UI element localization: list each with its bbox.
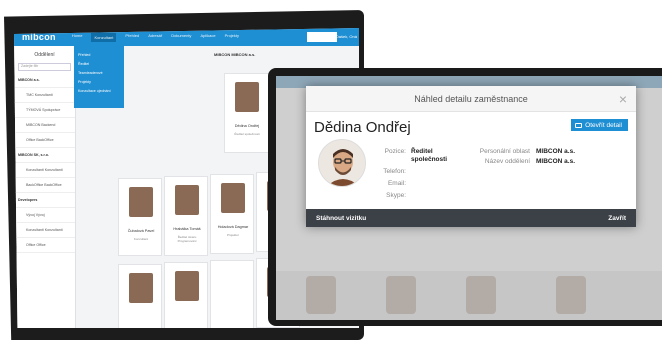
open-detail-label: Otevřít detail: [585, 121, 622, 129]
employee-card[interactable]: [118, 264, 162, 328]
employee-card[interactable]: [164, 262, 208, 328]
close-button[interactable]: Zavřít: [608, 215, 626, 222]
background-photo: [466, 276, 496, 314]
background-photo: [306, 276, 336, 314]
sidebar-item[interactable]: TMC Konzultanti: [14, 88, 75, 103]
sidebar: Oddělení Zadejte filtr MIBCON a.s. TMC Ko…: [14, 46, 76, 328]
employee-role: Projektor: [226, 233, 239, 237]
employee-photo: [175, 185, 199, 215]
sidebar-group[interactable]: MIBCON SK, s.r.o.: [14, 148, 75, 163]
personal-area-label: Personální oblast: [479, 148, 530, 155]
main-nav: Home Konzultant Přehled Adresář Dokument…: [72, 32, 239, 42]
sidebar-group[interactable]: Developers: [14, 193, 75, 208]
nav-projekty[interactable]: Projekty: [225, 33, 239, 42]
nav-konzultant[interactable]: Konzultant: [91, 32, 117, 42]
dropdown-item[interactable]: Ředitel: [78, 62, 120, 66]
employee-photo: [129, 187, 153, 217]
modal-footer: Stáhnout vizitku Zavřít: [306, 209, 636, 227]
sidebar-item[interactable]: Konzultanti Konzultanti: [14, 163, 75, 178]
employee-detail-modal: Náhled detailu zaměstnance × Dědina Ondř…: [306, 86, 636, 227]
nav-home[interactable]: Home: [72, 33, 83, 42]
department-label: Název oddělení: [484, 158, 530, 165]
nav-dropdown-menu: Přehled Ředitel Teamleaderové Projekty K…: [74, 46, 124, 108]
employee-role: Ředitel útvaru Programování: [177, 235, 197, 243]
personal-area-value: MIBCON a.s.: [536, 148, 576, 155]
nav-prehled[interactable]: Přehled: [125, 33, 139, 42]
employee-card[interactable]: Čubalová Pavel Konzultant: [118, 178, 162, 256]
background-photo: [556, 276, 586, 314]
sidebar-item[interactable]: MIBCON Backend: [14, 118, 75, 133]
employee-role: Ředitel společnosti: [234, 132, 260, 136]
employee-name: Hrabálka Tomáš: [173, 227, 201, 231]
dropdown-item[interactable]: Projekty: [78, 80, 120, 84]
employee-photo: [129, 273, 153, 303]
nav-dokumenty[interactable]: Dokumenty: [171, 33, 191, 42]
id-card-icon: [575, 122, 583, 128]
employee-role: Konzultant: [133, 237, 149, 241]
employee-card[interactable]: [210, 260, 254, 328]
position-label: Pozice:: [384, 148, 406, 155]
company-title: MIBCON MIBCON a.s.: [214, 52, 256, 57]
phone-label: Telefon:: [383, 168, 406, 175]
employee-name-heading: Dědina Ondřej: [314, 119, 411, 136]
download-card-button[interactable]: Stáhnout vizitku: [316, 215, 366, 222]
open-detail-button[interactable]: Otevřít detail: [571, 119, 628, 131]
nav-aplikace[interactable]: Aplikace: [200, 33, 215, 42]
employee-photo: [235, 82, 259, 112]
employee-card[interactable]: Dědina Ondřej Ředitel společnosti: [224, 73, 270, 153]
sidebar-item[interactable]: Vývoj Vývoj: [14, 208, 75, 223]
employee-photo: [221, 183, 245, 213]
sidebar-item[interactable]: TÝMOVÁ Spolupráce: [14, 103, 75, 118]
sidebar-item[interactable]: Office Office: [14, 238, 75, 253]
sidebar-item[interactable]: Office BackOffice: [14, 133, 75, 148]
sidebar-title: Oddělení: [34, 52, 55, 58]
search-input[interactable]: [307, 32, 337, 42]
close-icon[interactable]: ×: [616, 90, 630, 108]
position-value: Ředitel společnosti: [411, 148, 448, 163]
background-photo: [386, 276, 416, 314]
sidebar-filter-input[interactable]: Zadejte filtr: [18, 63, 71, 71]
employee-name: Čubalová Pavel: [127, 229, 155, 233]
sidebar-item[interactable]: Konzultanti Konzultanti: [14, 223, 75, 238]
dropdown-item[interactable]: Teamleaderové: [78, 71, 120, 75]
employee-photo: [175, 271, 199, 301]
nav-adresar[interactable]: Adresář: [148, 33, 162, 42]
dropdown-item[interactable]: Konzultace ujednání: [78, 89, 120, 93]
dropdown-item[interactable]: Přehled: [78, 53, 120, 57]
department-value: MIBCON a.s.: [536, 158, 576, 165]
user-label[interactable]: Dašek, Oná: [336, 34, 357, 39]
employee-name: Dědina Ondřej: [234, 124, 260, 128]
sidebar-group[interactable]: MIBCON a.s.: [14, 73, 75, 88]
employee-name: Holadová Dagmar: [217, 225, 249, 229]
modal-title: Náhled detailu zaměstnance: [414, 94, 528, 104]
sidebar-item[interactable]: BackOffice BackOffice: [14, 178, 75, 193]
modal-header: Náhled detailu zaměstnance ×: [306, 86, 636, 112]
employee-card[interactable]: Hrabálka Tomáš Ředitel útvaru Programová…: [164, 176, 208, 256]
email-label: Email:: [387, 180, 406, 187]
skype-label: Skype:: [386, 192, 406, 199]
employee-card[interactable]: Holadová Dagmar Projektor: [210, 174, 254, 254]
